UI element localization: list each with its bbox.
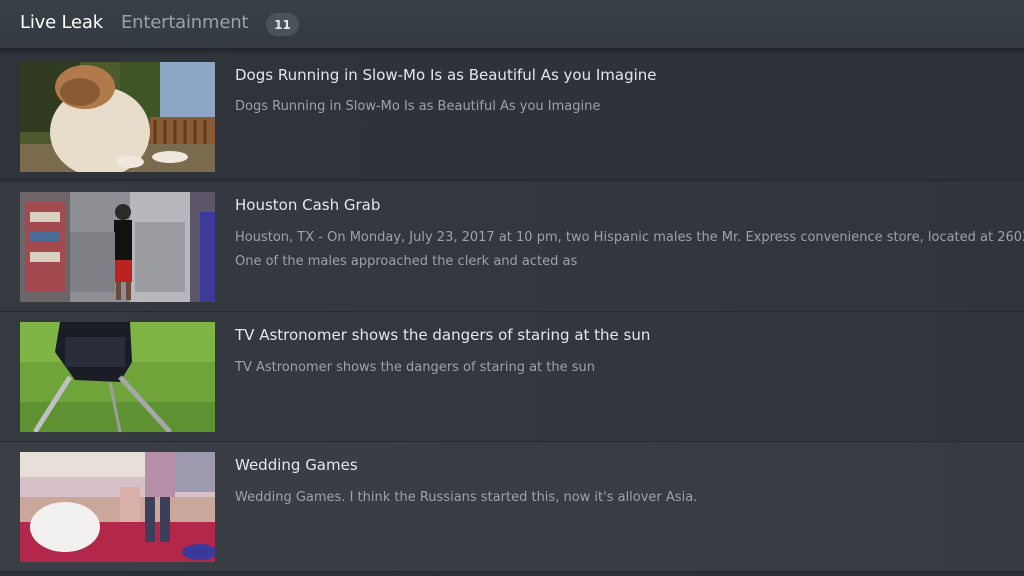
list-item[interactable]: TV Astronomer shows the dangers of stari… bbox=[0, 312, 1024, 442]
video-thumbnail-dog[interactable] bbox=[20, 62, 215, 172]
video-list: Dogs Running in Slow-Mo Is as Beautiful … bbox=[0, 50, 1024, 576]
video-thumbnail-wedding[interactable] bbox=[20, 452, 215, 562]
description-line: TV Astronomer shows the dangers of stari… bbox=[235, 360, 595, 375]
video-description: Houston, TX - On Monday, July 23, 2017 a… bbox=[235, 226, 1024, 274]
video-title[interactable]: TV Astronomer shows the dangers of stari… bbox=[235, 326, 650, 344]
description-line: Dogs Running in Slow-Mo Is as Beautiful … bbox=[235, 99, 601, 114]
description-line: Wedding Games. I think the Russians star… bbox=[235, 490, 698, 505]
list-item[interactable]: Wedding Games Wedding Games. I think the… bbox=[0, 442, 1024, 572]
tab-entertainment[interactable]: Entertainment bbox=[121, 12, 248, 33]
video-thumbnail-store[interactable] bbox=[20, 192, 215, 302]
video-description: Dogs Running in Slow-Mo Is as Beautiful … bbox=[235, 95, 1024, 119]
video-description: TV Astronomer shows the dangers of stari… bbox=[235, 356, 1024, 380]
video-title[interactable]: Dogs Running in Slow-Mo Is as Beautiful … bbox=[235, 66, 657, 84]
tab-live-leak[interactable]: Live Leak bbox=[20, 12, 103, 33]
count-badge: 11 bbox=[266, 13, 299, 36]
top-navigation-bar: Live Leak Entertainment 11 bbox=[0, 0, 1024, 49]
video-title[interactable]: Wedding Games bbox=[235, 456, 358, 474]
list-item[interactable]: Houston Cash Grab Houston, TX - On Monda… bbox=[0, 182, 1024, 312]
list-item[interactable]: Dogs Running in Slow-Mo Is as Beautiful … bbox=[0, 50, 1024, 180]
video-title[interactable]: Houston Cash Grab bbox=[235, 196, 380, 214]
video-description: Wedding Games. I think the Russians star… bbox=[235, 486, 1024, 510]
description-line: One of the males approached the clerk an… bbox=[235, 254, 578, 269]
video-thumbnail-telescope[interactable] bbox=[20, 322, 215, 432]
description-line: Houston, TX - On Monday, July 23, 2017 a… bbox=[235, 230, 1024, 245]
